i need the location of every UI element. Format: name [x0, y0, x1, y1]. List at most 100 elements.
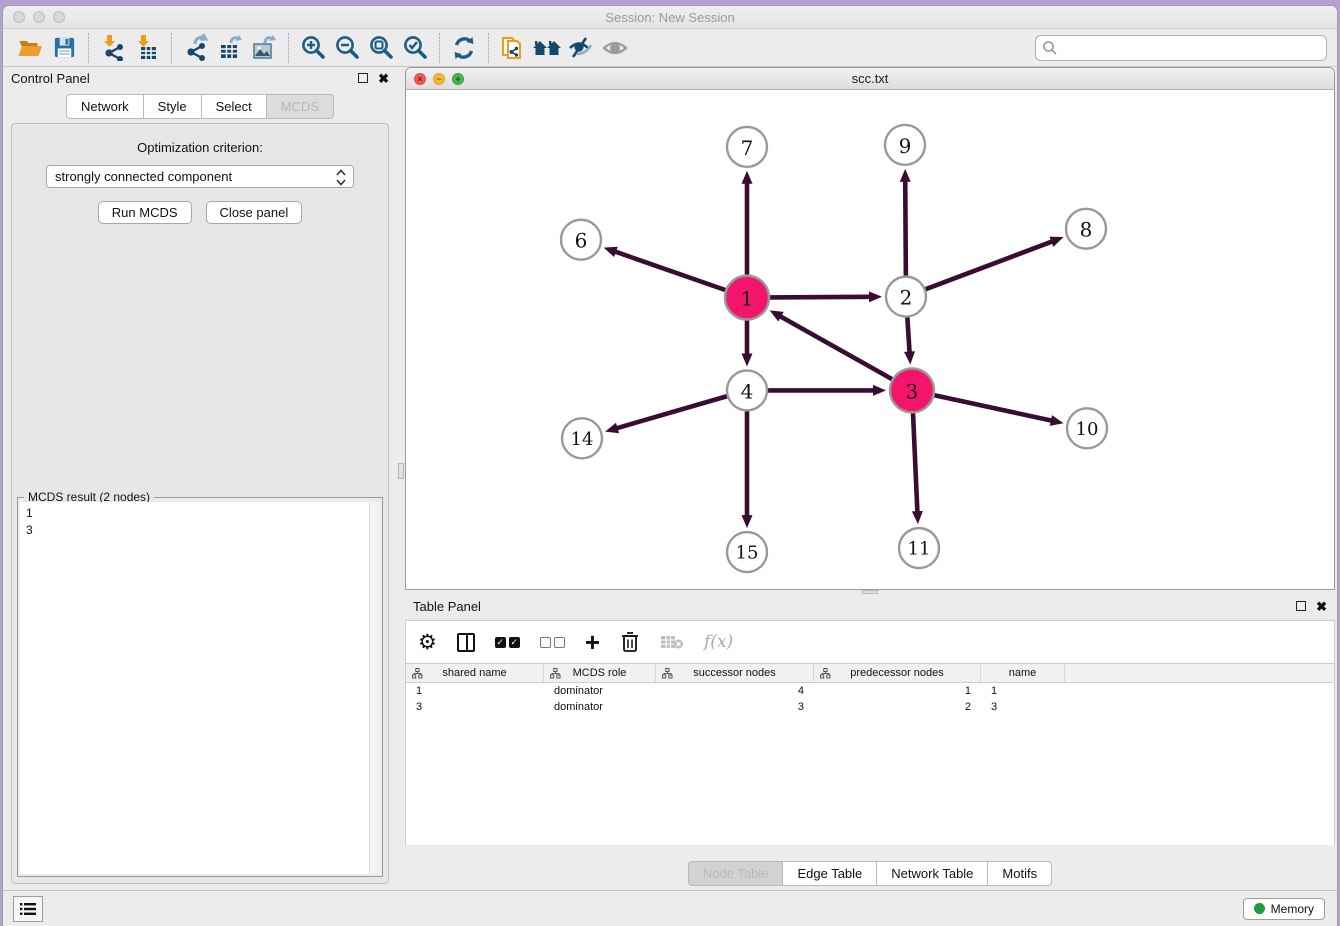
memory-button[interactable]: Memory: [1243, 898, 1325, 920]
cell-successor-nodes[interactable]: 4: [656, 683, 814, 699]
network-window-titlebar: × − + scc.txt: [406, 68, 1334, 90]
cell-successor-nodes[interactable]: 3: [656, 699, 814, 715]
edge-2-3[interactable]: [907, 318, 909, 354]
criterion-select[interactable]: strongly connected component: [46, 165, 354, 188]
tab-select[interactable]: Select: [202, 94, 267, 119]
run-mcds-button[interactable]: Run MCDS: [98, 201, 192, 224]
mcds-result-text[interactable]: 13: [20, 502, 369, 874]
export-network-button[interactable]: [179, 33, 213, 63]
result-scrollbar[interactable]: [369, 502, 380, 874]
search-input[interactable]: [1035, 35, 1327, 61]
column-header-shared-name[interactable]: shared name: [406, 664, 544, 682]
import-network-button[interactable]: [96, 33, 130, 63]
zoom-in-button[interactable]: [296, 33, 330, 63]
cell-shared-name[interactable]: 1: [406, 683, 544, 699]
import-table-button[interactable]: [130, 33, 164, 63]
edge-4-14[interactable]: [616, 396, 727, 428]
show-graphics-details-button[interactable]: [598, 33, 632, 63]
function-builder-button-disabled: f(x): [704, 627, 733, 657]
open-session-button[interactable]: [13, 33, 47, 63]
network-canvas[interactable]: 7968124314101511: [406, 90, 1334, 589]
edge-2-8[interactable]: [926, 241, 1054, 289]
cell-shared-name[interactable]: 3: [406, 699, 544, 715]
node-table-rows: 1dominator4113dominator323: [406, 683, 1334, 715]
column-header-predecessor-nodes[interactable]: predecessor nodes: [814, 664, 981, 682]
app-title: Session: New Session: [3, 10, 1337, 25]
toolbar-separator: [439, 33, 440, 63]
table-panel-header: Table Panel ✖: [405, 595, 1335, 617]
horizontal-splitter-handle[interactable]: [862, 590, 878, 594]
hide-graphics-details-button[interactable]: [564, 33, 598, 63]
edge-1-6[interactable]: [614, 251, 725, 290]
toolbar-separator: [171, 33, 172, 63]
zoom-in-icon: [300, 34, 327, 61]
save-icon: [52, 35, 77, 60]
edge-arrowhead: [605, 423, 619, 434]
task-history-button[interactable]: [13, 896, 43, 922]
tab-edge-table[interactable]: Edge Table: [783, 861, 877, 886]
save-session-button[interactable]: [47, 33, 81, 63]
deselect-all-rows-button[interactable]: [540, 627, 565, 657]
panel-splitter[interactable]: [397, 67, 405, 890]
delete-column-button[interactable]: [620, 627, 640, 657]
close-panel-button[interactable]: Close panel: [206, 201, 303, 224]
tab-motifs[interactable]: Motifs: [988, 861, 1052, 886]
duplicate-network-icon: [499, 34, 527, 62]
zoom-fit-button[interactable]: [364, 33, 398, 63]
tab-network[interactable]: Network: [66, 94, 144, 119]
optimization-criterion-label: Optimization criterion:: [12, 140, 388, 155]
splitter-handle[interactable]: [398, 463, 404, 479]
table-row[interactable]: 3dominator323: [406, 699, 1334, 715]
table-settings-button[interactable]: ⚙: [418, 627, 437, 657]
graph-node-label-2: 2: [900, 286, 913, 310]
create-column-button[interactable]: +: [585, 627, 600, 657]
close-table-panel-icon[interactable]: ✖: [1316, 600, 1327, 613]
cell-name[interactable]: 1: [981, 683, 1065, 699]
tab-network-table[interactable]: Network Table: [877, 861, 988, 886]
export-network-icon: [183, 34, 210, 61]
first-neighbors-button[interactable]: [530, 33, 564, 63]
select-all-rows-button[interactable]: ✓✓: [495, 627, 520, 657]
column-header-MCDS-role[interactable]: MCDS role: [544, 664, 656, 682]
open-folder-icon: [17, 35, 44, 61]
cell-MCDS-role[interactable]: dominator: [544, 699, 656, 715]
export-table-button[interactable]: [213, 33, 247, 63]
float-panel-icon[interactable]: [358, 73, 368, 83]
edge-2-9[interactable]: [905, 180, 906, 276]
horizontal-splitter[interactable]: [405, 590, 1335, 595]
criterion-select-value: strongly connected component: [55, 169, 232, 184]
apply-layout-button[interactable]: [447, 33, 481, 63]
close-panel-icon[interactable]: ✖: [378, 72, 389, 85]
tab-node-table[interactable]: Node Table: [688, 861, 784, 886]
table-row[interactable]: 1dominator411: [406, 683, 1334, 699]
float-table-panel-icon[interactable]: [1296, 601, 1306, 611]
cell-predecessor-nodes[interactable]: 2: [814, 699, 981, 715]
column-header-name[interactable]: name: [981, 664, 1065, 682]
main-content: Control Panel ✖ NetworkStyleSelectMCDS O…: [3, 67, 1337, 890]
import-network-icon: [100, 34, 127, 61]
zoom-selected-button[interactable]: [398, 33, 432, 63]
toggle-columns-button[interactable]: [457, 627, 475, 657]
edge-3-10[interactable]: [934, 395, 1052, 421]
column-header-successor-nodes[interactable]: successor nodes: [656, 664, 814, 682]
duplicate-network-button[interactable]: [496, 33, 530, 63]
graph-node-label-7: 7: [741, 136, 754, 160]
cell-predecessor-nodes[interactable]: 1: [814, 683, 981, 699]
tab-mcds[interactable]: MCDS: [267, 94, 334, 119]
edge-3-11[interactable]: [913, 413, 917, 513]
graph-node-label-6: 6: [575, 229, 588, 253]
toolbar-separator: [488, 33, 489, 63]
export-image-button[interactable]: [247, 33, 281, 63]
cell-name[interactable]: 3: [981, 699, 1065, 715]
search-icon: [1042, 40, 1058, 56]
network-graph[interactable]: 7968124314101511: [406, 90, 1334, 589]
zoom-out-button[interactable]: [330, 33, 364, 63]
graph-node-label-11: 11: [908, 539, 931, 560]
edge-1-2[interactable]: [770, 297, 871, 298]
control-panel-title: Control Panel: [11, 71, 90, 86]
edge-3-1[interactable]: [779, 316, 892, 379]
tab-style[interactable]: Style: [144, 94, 202, 119]
delete-table-icon: [660, 633, 684, 651]
cell-MCDS-role[interactable]: dominator: [544, 683, 656, 699]
graph-node-label-3: 3: [906, 379, 919, 403]
